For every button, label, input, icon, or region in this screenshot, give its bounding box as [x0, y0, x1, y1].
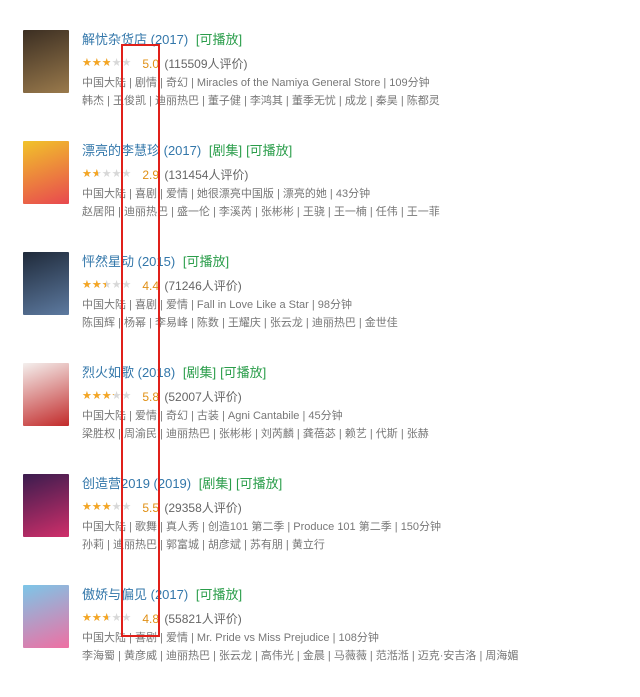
title-link[interactable]: 傲娇与偏见 (2017) [82, 587, 188, 602]
play-tag[interactable]: [剧集] [183, 365, 216, 380]
cast-list: 李海蜀 | 黄彦威 | 迪丽热巴 | 张云龙 | 高伟光 | 金晨 | 马薇薇 … [82, 650, 519, 662]
play-tag[interactable]: [可播放] [196, 587, 242, 602]
cast-list: 赵居阳 | 迪丽热巴 | 盛一伦 | 李溪芮 | 张彬彬 | 王骁 | 王一楠 … [82, 206, 440, 218]
cast-list: 陈国辉 | 杨幂 | 李易峰 | 陈数 | 王耀庆 | 张云龙 | 迪丽热巴 |… [82, 317, 398, 329]
meta-info: 中国大陆 | 歌舞 | 真人秀 | 创造101 第二季 | Produce 10… [82, 521, 442, 533]
rating-count: (131454人评价) [164, 168, 249, 182]
star-filled-icon: ★★★★★ [82, 501, 112, 513]
rating-row: ★★★★★ ★★★★★ 5.5 (29358人评价) [82, 499, 242, 517]
title-link[interactable]: 漂亮的李慧珍 (2017) [82, 143, 201, 158]
rating-stars-icon: ★★★★★ ★★★★★ [82, 501, 137, 513]
rating-score: 5.0 [142, 57, 160, 71]
list-item: 解忧杂货店 (2017) [可播放] ★★★★★ ★★★★★ 5.0 (1155… [0, 30, 640, 142]
star-filled-icon: ★★★★★ [82, 279, 106, 291]
play-tag[interactable]: [可播放] [220, 365, 266, 380]
play-tag[interactable]: [剧集] [209, 143, 242, 158]
rating-row: ★★★★★ ★★★★★ 5.0 (115509人评价) [82, 55, 248, 73]
star-filled-icon: ★★★★★ [82, 168, 98, 180]
meta-info: 中国大陆 | 爱情 | 奇幻 | 古装 | Agni Cantabile | 4… [82, 410, 343, 422]
rating-row: ★★★★★ ★★★★★ 5.8 (52007人评价) [82, 388, 242, 406]
rating-stars-icon: ★★★★★ ★★★★★ [82, 279, 137, 291]
rating-row: ★★★★★ ★★★★★ 4.8 (55821人评价) [82, 610, 242, 628]
title-row: 傲娇与偏见 (2017) [可播放] [82, 585, 242, 605]
title-link[interactable]: 怦然星动 (2015) [82, 254, 175, 269]
title-row: 创造营2019 (2019) [剧集] [可播放] [82, 474, 282, 494]
star-filled-icon: ★★★★★ [82, 390, 114, 402]
rating-count: (29358人评价) [164, 501, 242, 515]
poster-image[interactable] [23, 30, 69, 93]
rating-score: 5.5 [142, 501, 160, 515]
play-tag[interactable]: [可播放] [236, 476, 282, 491]
list-item: 烈火如歌 (2018) [剧集] [可播放] ★★★★★ ★★★★★ 5.8 (5… [0, 363, 640, 475]
poster-image[interactable] [23, 141, 69, 204]
title-row: 漂亮的李慧珍 (2017) [剧集] [可播放] [82, 141, 292, 161]
list-item: 傲娇与偏见 (2017) [可播放] ★★★★★ ★★★★★ 4.8 (5582… [0, 585, 640, 697]
play-tag[interactable]: [可播放] [196, 32, 242, 47]
cast-list: 梁胜权 | 周渝民 | 迪丽热巴 | 张彬彬 | 刘芮麟 | 龚蓓苾 | 赖艺 … [82, 428, 429, 440]
title-row: 解忧杂货店 (2017) [可播放] [82, 30, 242, 50]
title-row: 怦然星动 (2015) [可播放] [82, 252, 229, 272]
poster-image[interactable] [23, 363, 69, 426]
rating-row: ★★★★★ ★★★★★ 2.9 (131454人评价) [82, 166, 248, 184]
list-item: 怦然星动 (2015) [可播放] ★★★★★ ★★★★★ 4.4 (71246… [0, 252, 640, 364]
rating-stars-icon: ★★★★★ ★★★★★ [82, 390, 137, 402]
star-filled-icon: ★★★★★ [82, 612, 108, 624]
play-tag[interactable]: [可播放] [183, 254, 229, 269]
title-link[interactable]: 解忧杂货店 (2017) [82, 32, 188, 47]
rating-stars-icon: ★★★★★ ★★★★★ [82, 57, 137, 69]
poster-image[interactable] [23, 585, 69, 648]
rating-count: (55821人评价) [164, 612, 242, 626]
rating-count: (52007人评价) [164, 390, 242, 404]
poster-image[interactable] [23, 252, 69, 315]
play-tag[interactable]: [剧集] [199, 476, 232, 491]
rating-score: 5.8 [142, 390, 160, 404]
rating-row: ★★★★★ ★★★★★ 4.4 (71246人评价) [82, 277, 242, 295]
rating-score: 4.8 [142, 612, 160, 626]
rating-score: 4.4 [142, 279, 160, 293]
rating-stars-icon: ★★★★★ ★★★★★ [82, 612, 137, 624]
title-link[interactable]: 创造营2019 (2019) [82, 476, 191, 491]
title-link[interactable]: 烈火如歌 (2018) [82, 365, 175, 380]
meta-info: 中国大陆 | 喜剧 | 爱情 | 她很漂亮中国版 | 漂亮的她 | 43分钟 [82, 188, 371, 200]
play-tag[interactable]: [可播放] [246, 143, 292, 158]
meta-info: 中国大陆 | 剧情 | 奇幻 | Miracles of the Namiya … [82, 77, 430, 89]
title-row: 烈火如歌 (2018) [剧集] [可播放] [82, 363, 266, 383]
meta-info: 中国大陆 | 喜剧 | 爱情 | Fall in Love Like a Sta… [82, 299, 353, 311]
cast-list: 孙莉 | 迪丽热巴 | 郭富城 | 胡彦斌 | 苏有朋 | 黄立行 [82, 539, 325, 551]
meta-info: 中国大陆 | 喜剧 | 爱情 | Mr. Pride vs Miss Preju… [82, 632, 379, 644]
list-item: 漂亮的李慧珍 (2017) [剧集] [可播放] ★★★★★ ★★★★★ 2.9 … [0, 141, 640, 253]
rating-score: 2.9 [142, 168, 160, 182]
list-item: 创造营2019 (2019) [剧集] [可播放] ★★★★★ ★★★★★ 5.5… [0, 474, 640, 586]
cast-list: 韩杰 | 王俊凯 | 迪丽热巴 | 董子健 | 李鸿其 | 董季无忧 | 成龙 … [82, 95, 440, 107]
rating-count: (115509人评价) [164, 57, 248, 71]
rating-stars-icon: ★★★★★ ★★★★★ [82, 168, 137, 180]
rating-count: (71246人评价) [164, 279, 242, 293]
poster-image[interactable] [23, 474, 69, 537]
star-filled-icon: ★★★★★ [82, 57, 110, 69]
